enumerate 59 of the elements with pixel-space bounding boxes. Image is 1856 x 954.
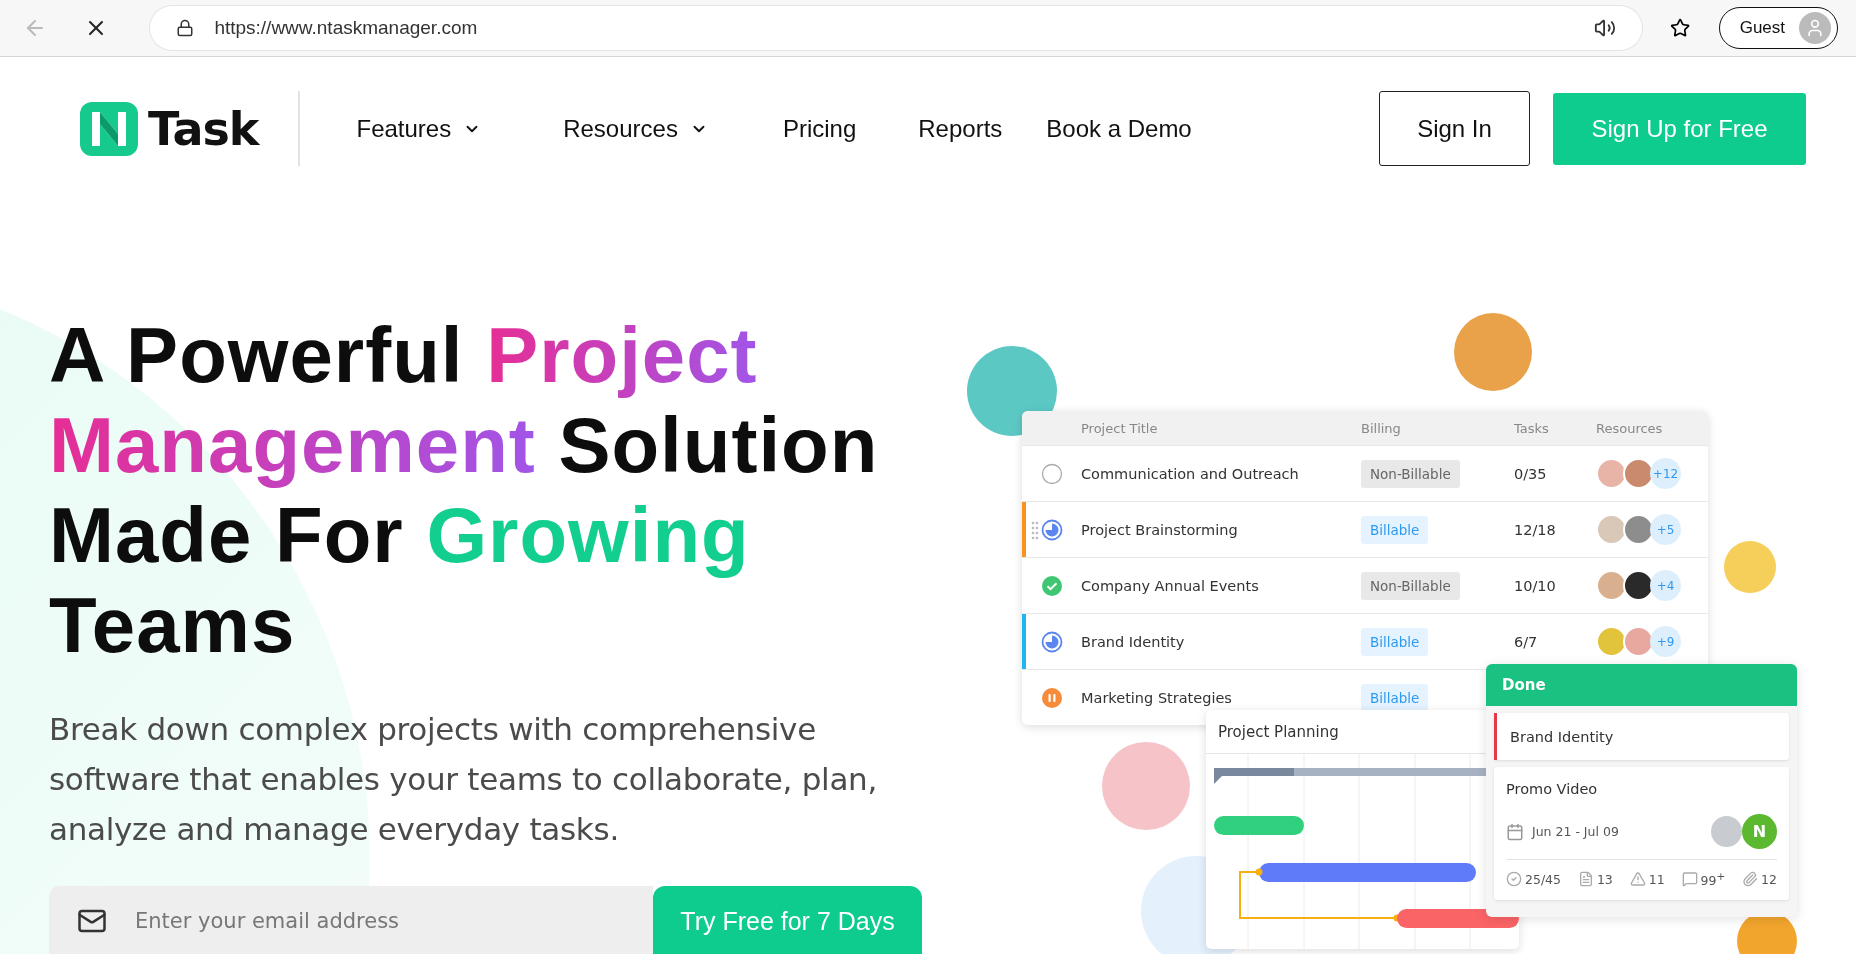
project-title: Brand Identity [1081,633,1186,650]
project-title: Communication and Outreach [1081,465,1300,482]
stat-count: 12 [1761,871,1777,887]
email-field[interactable]: Enter your email address [49,886,653,954]
comment-icon [1681,871,1698,888]
billing-tag: Non-Billable [1361,459,1460,488]
logo-text: Task [148,101,259,156]
document-icon [1577,871,1594,888]
sign-in-button[interactable]: Sign In [1379,91,1530,166]
card-title: Brand Identity [1510,729,1614,745]
url-text: https://www.ntaskmanager.com [214,17,479,39]
card-title: Promo Video [1506,781,1598,797]
logo-icon[interactable] [80,101,138,156]
stat-count: 99$^{+}$ [1700,870,1726,889]
task-count: 12/18 [1514,521,1557,538]
hero-description: Break down complex projects with comprehensive software that enables your teams to collaborate, plan, analyze and manage everyday tasks. [49,710,878,849]
address-bar[interactable]: https://www.ntaskmanager.com [150,6,1643,50]
more-count: +9 [1650,626,1681,657]
photo-placeholder [1724,541,1776,593]
nav-link[interactable]: Pricing [782,114,857,143]
drag-handle-icon[interactable] [1031,520,1039,540]
stat-count: 25/45 [1525,871,1562,887]
column-header: Project Title [1081,420,1159,436]
lock-icon [176,19,195,37]
hero-heading: A Powerful Project Management Solution Made For Growing Teams [49,310,880,670]
date-range: Jun 21 - Jul 09 [1532,824,1620,839]
column-header: Resources [1596,420,1664,436]
more-count: +12 [1650,458,1681,489]
billing-tag: Billable [1361,683,1429,712]
column-header: Billing [1361,420,1402,436]
paperclip-icon [1742,871,1759,888]
nav-link[interactable]: Features [356,114,482,143]
column-title: Done [1502,676,1546,694]
nav-link[interactable]: Book a Demo [1046,114,1192,143]
calendar-icon [1506,822,1524,841]
billing-tag: Billable [1361,627,1429,656]
billing-tag: Billable [1361,515,1429,544]
nav-link[interactable]: Reports [918,114,1003,143]
profile-button[interactable]: Guest [1718,7,1838,49]
task-count: 6/7 [1514,633,1539,650]
warning-icon [1629,871,1646,888]
favorites-icon[interactable] [1670,17,1691,39]
task-count: 0/35 [1514,465,1548,482]
stat-count: 11 [1648,871,1665,887]
stat-count: 13 [1596,871,1613,887]
column-header: Tasks [1514,420,1550,436]
more-count: +4 [1650,570,1681,601]
check-circle-icon [1506,871,1522,888]
project-title: Marketing Strategies [1081,689,1233,706]
project-title: Project Brainstorming [1081,521,1239,538]
gantt-title: Project Planning [1218,722,1339,741]
task-count: 10/10 [1514,577,1557,594]
avatar-initial: N [1742,814,1777,849]
nav-link[interactable]: Resources [563,114,708,143]
avatar-icon [1799,12,1831,44]
speaker-icon[interactable] [1594,17,1617,39]
more-count: +5 [1650,514,1681,545]
project-title: Company Annual Events [1081,577,1260,594]
billing-tag: Non-Billable [1361,571,1460,600]
